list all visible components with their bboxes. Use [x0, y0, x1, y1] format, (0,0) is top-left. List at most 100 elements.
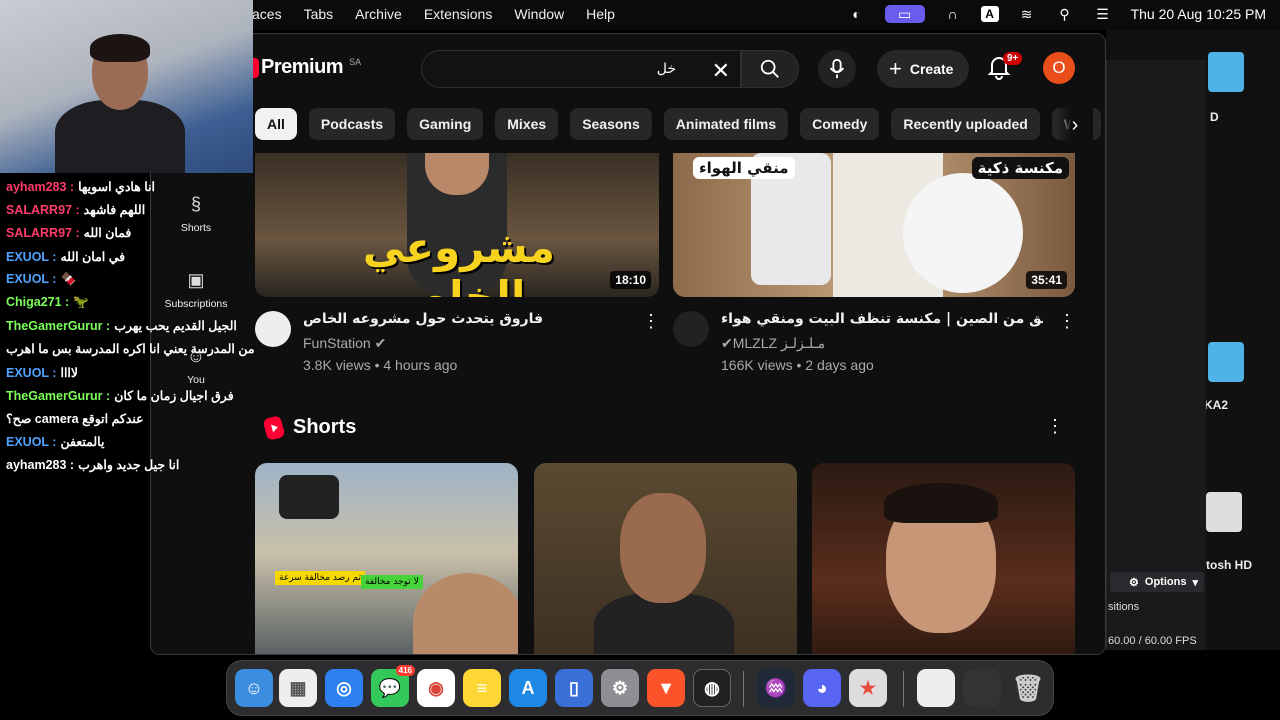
channel-name[interactable]: FunStation ✔ [303, 335, 386, 352]
video-thumbnail[interactable]: مشروعي الخاص 18:10 [255, 153, 659, 297]
shorts-heading: Shorts [293, 416, 357, 438]
safari-icon[interactable]: ◎ [325, 669, 363, 707]
chip-all[interactable]: All [255, 108, 297, 140]
chip-podcasts[interactable]: Podcasts [308, 108, 396, 140]
chat-username: Chiga271 : [6, 295, 70, 309]
trash-icon[interactable]: 🗑 [1009, 669, 1047, 707]
chrome-icon[interactable]: ◉ [417, 669, 455, 707]
wifi-icon[interactable]: ≋ [1017, 5, 1037, 23]
region-code: SA [349, 56, 362, 67]
messages-icon[interactable]: 💬 416 [371, 665, 415, 707]
chip-comedy[interactable]: Comedy [800, 108, 880, 140]
channel-name-text: FunStation [303, 335, 371, 351]
chat-text: 🍫 [60, 271, 77, 286]
channel-name[interactable]: ✔MLZLZ مـلـزلـز [721, 335, 825, 352]
more-options-icon[interactable]: ⋮ [1058, 311, 1076, 331]
obs-icon[interactable]: ◍ [693, 669, 731, 707]
channel-avatar[interactable] [673, 311, 709, 347]
menu-extensions[interactable]: Extensions [424, 6, 492, 22]
thumbnail-text: منقي الهواء [693, 157, 795, 179]
more-options-icon[interactable]: ⋮ [1046, 416, 1064, 437]
chat-message: صح؟ camera عندكم اتوقع [6, 411, 144, 426]
document-icon[interactable] [917, 669, 955, 707]
folder-icon[interactable] [1208, 342, 1244, 382]
verified-icon: ✔ [374, 335, 387, 351]
search-button[interactable] [741, 50, 799, 88]
obs-options-button[interactable]: ⚙ Options ▾ [1110, 572, 1204, 592]
verified-icon: ✔ [721, 335, 733, 351]
obs-fps: 60.00 / 60.00 FPS [1108, 635, 1197, 647]
menubar-clock[interactable]: Thu 20 Aug 10:25 PM [1131, 6, 1266, 22]
gitkraken-icon[interactable]: ♒ [757, 669, 795, 707]
input-source-icon[interactable]: A [980, 6, 999, 22]
hard-drive-icon[interactable] [1206, 492, 1242, 532]
search-input[interactable] [436, 59, 676, 79]
chat-message: SALARR97 : فمان الله [6, 225, 131, 240]
notes-icon[interactable]: ≡ [463, 669, 501, 707]
video-info: فتح صناديق من الصين | مكنسة تنظف البيت و… [673, 311, 1076, 381]
chip-mixes[interactable]: Mixes [495, 108, 559, 140]
search-icon [760, 59, 779, 78]
video-meta: 166K views • 2 days ago [721, 357, 874, 373]
app-store-icon[interactable]: A [509, 669, 547, 707]
chip-seasons[interactable]: Seasons [570, 108, 652, 140]
video-title[interactable]: فاروق يتحدث حول مشروعه الخاص [303, 311, 633, 327]
clear-icon[interactable]: ✕ [712, 58, 730, 84]
youtube-logo[interactable]: Premium SA [251, 56, 361, 79]
menu-spaces[interactable]: aces [252, 6, 282, 22]
thumbnail-tag: تم رصد مخالفة سرعة [275, 571, 365, 585]
chat-username: SALARR97 : [6, 226, 80, 241]
menu-window[interactable]: Window [514, 6, 564, 22]
shorts-section-title: Shorts [262, 414, 357, 441]
more-options-icon[interactable]: ⋮ [642, 311, 660, 331]
thumbnail-face [413, 573, 518, 654]
notifications-button[interactable]: 9+ [987, 52, 1023, 82]
dock: ☺ ▦ ◎ 💬 416 ◉ ≡ A ▯ ⚙ ▼ ◍ ♒ ◕ ★ 🗑 [226, 660, 1054, 716]
chat-text: لاااا [60, 365, 79, 380]
short-thumbnail[interactable] [534, 463, 797, 654]
airpods-icon[interactable]: ∩ [943, 5, 963, 23]
globe-icon[interactable]: ◐ [847, 5, 867, 23]
chat-username: TheGamerGurur : [6, 388, 111, 403]
create-button[interactable]: + Create [877, 50, 970, 88]
simulator-icon[interactable]: ▯ [555, 669, 593, 707]
system-settings-icon[interactable]: ⚙ [601, 669, 639, 707]
voice-search-button[interactable] [818, 50, 856, 88]
channel-avatar[interactable] [255, 311, 291, 347]
video-duration: 18:10 [610, 271, 651, 289]
menu-tabs[interactable]: Tabs [304, 6, 334, 22]
chat-username: EXUOL : [6, 365, 57, 380]
finder-icon[interactable]: ☺ [235, 669, 273, 707]
control-center-icon[interactable]: ☰ [1093, 5, 1113, 23]
brave-icon[interactable]: ▼ [647, 669, 685, 707]
messages-badge: 416 [395, 665, 415, 676]
menu-help[interactable]: Help [586, 6, 615, 22]
video-thumbnail[interactable]: منقي الهواء مكنسة ذكية 35:41 [673, 153, 1075, 297]
chip-gaming[interactable]: Gaming [407, 108, 484, 140]
discord-icon[interactable]: ◕ [803, 669, 841, 707]
chat-message: TheGamerGurur : فرق اجيال زمان ما كان [6, 388, 234, 403]
chat-text: انا هادي اسويها [78, 180, 156, 194]
chip-animated-films[interactable]: Animated films [663, 108, 789, 140]
chat-username: TheGamerGurur : [6, 319, 111, 334]
screen-share-icon[interactable]: ▭ [884, 5, 925, 23]
short-thumbnail[interactable]: تم رصد مخالفة سرعة لا توجد مخالفة [255, 463, 518, 654]
chevron-down-icon: ▾ [1192, 576, 1198, 589]
notification-count: 9+ [1003, 52, 1023, 65]
folder-icon[interactable] [1208, 52, 1244, 92]
browser-window: § Shorts ▣ Subscriptions ☺ You Premium S… [150, 33, 1106, 655]
spotlight-search-icon[interactable]: ⚲ [1055, 5, 1075, 23]
menu-archive[interactable]: Archive [355, 6, 402, 22]
video-title[interactable]: فتح صناديق من الصين | مكنسة تنظف البيت و… [721, 311, 1043, 327]
window-preview-icon[interactable] [963, 669, 1001, 707]
instruments-icon[interactable]: ★ [849, 669, 887, 707]
launchpad-icon[interactable]: ▦ [279, 669, 317, 707]
chat-text: يالمتعفن [60, 435, 105, 450]
short-thumbnail[interactable] [812, 463, 1075, 654]
chips-next-button[interactable]: › [1057, 108, 1093, 142]
shorts-icon [262, 414, 286, 441]
avatar[interactable]: O [1043, 52, 1075, 84]
chip-recently-uploaded[interactable]: Recently uploaded [891, 108, 1040, 140]
chat-message: SALARR97 : اللهم فاشهد [6, 202, 145, 217]
thumbnail-face [620, 493, 706, 603]
